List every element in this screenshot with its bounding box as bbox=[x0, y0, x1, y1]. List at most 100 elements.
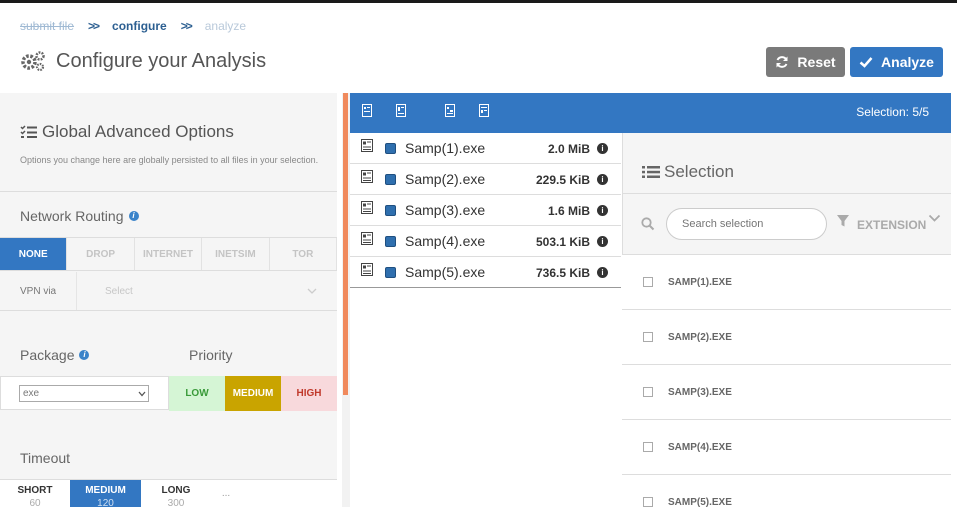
file-size: 736.5 KiB bbox=[535, 266, 590, 280]
selection-item-name: SAMP(1).EXE bbox=[668, 277, 732, 288]
file-icon bbox=[361, 170, 373, 183]
info-icon[interactable]: i bbox=[597, 236, 608, 247]
priority-low[interactable]: LOW bbox=[169, 376, 225, 411]
file-row[interactable]: Samp(5).exe 736.5 KiB i bbox=[350, 257, 621, 288]
file-checkbox[interactable] bbox=[385, 174, 396, 185]
route-option-internet[interactable]: INTERNET bbox=[135, 238, 203, 270]
file-size: 503.1 KiB bbox=[535, 235, 590, 249]
file-row[interactable]: Samp(3).exe 1.6 MiB i bbox=[350, 195, 621, 226]
file-row[interactable]: Samp(2).exe 229.5 KiB i bbox=[350, 164, 621, 195]
info-icon[interactable]: i bbox=[79, 350, 90, 360]
timeout-long-label: LONG bbox=[161, 485, 191, 496]
priority-medium[interactable]: MEDIUM bbox=[225, 376, 281, 411]
file-list: Samp(1).exe 2.0 MiB i Samp(2).exe 229.5 … bbox=[350, 133, 621, 288]
selection-item[interactable]: SAMP(4).EXE bbox=[622, 419, 951, 474]
route-option-none[interactable]: NONE bbox=[0, 238, 68, 270]
file-checkbox[interactable] bbox=[385, 267, 396, 278]
reset-button[interactable]: Reset bbox=[766, 47, 845, 77]
package-select[interactable]: exe bbox=[19, 385, 149, 402]
global-options-title-text: Global Advanced Options bbox=[42, 122, 234, 141]
selection-checkbox[interactable] bbox=[643, 387, 653, 397]
route-option-tor[interactable]: TOR bbox=[270, 238, 338, 270]
selection-item[interactable]: SAMP(5).EXE bbox=[622, 474, 951, 529]
selection-item[interactable]: SAMP(3).EXE bbox=[622, 364, 951, 419]
file-icon[interactable] bbox=[396, 104, 406, 117]
breadcrumb-configure: configure bbox=[112, 19, 167, 33]
breadcrumb-submit-file[interactable]: submit file bbox=[20, 19, 74, 33]
file-size: 229.5 KiB bbox=[535, 173, 590, 187]
file-icon[interactable] bbox=[362, 104, 372, 117]
selection-checkbox[interactable] bbox=[643, 277, 653, 287]
file-name: Samp(5).exe bbox=[405, 264, 486, 280]
divider bbox=[0, 191, 337, 192]
package-label: Package i bbox=[20, 347, 90, 363]
file-icon bbox=[361, 201, 373, 214]
file-checkbox[interactable] bbox=[385, 143, 396, 154]
chevron-down-icon bbox=[307, 288, 317, 294]
info-icon[interactable]: i bbox=[128, 211, 139, 221]
file-icon bbox=[361, 139, 373, 152]
selection-checkbox[interactable] bbox=[643, 332, 653, 342]
info-icon[interactable]: i bbox=[597, 174, 608, 185]
file-row[interactable]: Samp(1).exe 2.0 MiB i bbox=[350, 133, 621, 164]
priority-options: LOW MEDIUM HIGH bbox=[169, 376, 337, 411]
chevron-down-icon bbox=[138, 391, 146, 396]
gears-icon bbox=[21, 51, 45, 72]
vpn-select[interactable]: Select bbox=[76, 272, 337, 310]
selection-item[interactable]: SAMP(2).EXE bbox=[622, 309, 951, 364]
file-icon[interactable] bbox=[445, 104, 455, 117]
check-icon bbox=[859, 57, 873, 68]
extension-filter-label[interactable]: EXTENSION bbox=[857, 218, 926, 232]
info-icon[interactable]: i bbox=[597, 143, 608, 154]
file-checkbox[interactable] bbox=[385, 205, 396, 216]
timeout-long[interactable]: LONG 300 bbox=[141, 480, 211, 509]
route-option-drop[interactable]: DROP bbox=[67, 238, 135, 270]
selection-checkbox[interactable] bbox=[643, 497, 653, 507]
filter-icon[interactable] bbox=[836, 214, 850, 228]
breadcrumb-separator-icon: >> bbox=[88, 19, 100, 33]
info-icon[interactable]: i bbox=[597, 205, 608, 216]
file-name: Samp(4).exe bbox=[405, 233, 486, 249]
timeout-long-value: 300 bbox=[167, 498, 185, 509]
selection-count: Selection: 5/5 bbox=[856, 105, 929, 119]
file-name: Samp(2).exe bbox=[405, 171, 486, 187]
route-option-inetsim[interactable]: INETSIM bbox=[202, 238, 270, 270]
file-row[interactable]: Samp(4).exe 503.1 KiB i bbox=[350, 226, 621, 257]
global-options-description: Options you change here are globally per… bbox=[20, 155, 319, 165]
divider bbox=[0, 310, 337, 311]
breadcrumb: submit file >> configure >> analyze bbox=[20, 18, 246, 34]
timeout-medium[interactable]: MEDIUM 120 bbox=[70, 480, 141, 509]
selection-checkbox[interactable] bbox=[643, 442, 653, 452]
priority-high[interactable]: HIGH bbox=[281, 376, 337, 411]
search-icon bbox=[641, 217, 655, 231]
selection-item-name: SAMP(5).EXE bbox=[668, 497, 732, 508]
page-title-text: Configure your Analysis bbox=[56, 49, 267, 72]
breadcrumb-separator-icon: >> bbox=[180, 19, 193, 33]
network-routing-options: NONE DROP INTERNET INETSIM TOR bbox=[0, 237, 338, 271]
timeout-short-value: 60 bbox=[29, 498, 41, 509]
file-checkbox[interactable] bbox=[385, 236, 396, 247]
file-name: Samp(3).exe bbox=[405, 202, 486, 218]
selection-title-text: Selection bbox=[664, 162, 734, 181]
analyze-button[interactable]: Analyze bbox=[850, 47, 943, 77]
file-size: 2.0 MiB bbox=[547, 142, 590, 156]
refresh-icon bbox=[776, 56, 788, 68]
chevron-down-icon[interactable] bbox=[928, 214, 941, 223]
file-size: 1.6 MiB bbox=[547, 204, 590, 218]
timeout-short[interactable]: SHORT 60 bbox=[0, 480, 70, 509]
timeout-short-label: SHORT bbox=[17, 485, 53, 496]
timeout-custom[interactable]: ... bbox=[211, 480, 241, 507]
info-icon[interactable]: i bbox=[597, 267, 608, 278]
file-icon[interactable] bbox=[479, 104, 489, 117]
search-selection-field bbox=[666, 208, 827, 240]
divider bbox=[622, 193, 951, 194]
search-input[interactable] bbox=[682, 218, 822, 230]
package-label-text: Package bbox=[20, 347, 75, 363]
reset-button-label: Reset bbox=[797, 54, 836, 70]
priority-label: Priority bbox=[189, 347, 233, 363]
timeout-medium-label: MEDIUM bbox=[85, 485, 126, 496]
vpn-row: VPN via Select bbox=[0, 272, 337, 310]
selection-item[interactable]: SAMP(1).EXE bbox=[622, 254, 951, 309]
left-scrollbar-thumb[interactable] bbox=[343, 93, 348, 395]
vpn-label: VPN via bbox=[20, 285, 57, 297]
